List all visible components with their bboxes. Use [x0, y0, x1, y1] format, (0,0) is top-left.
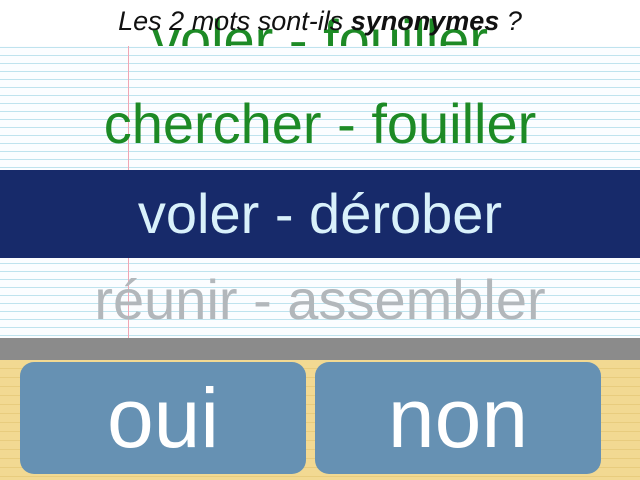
oui-button[interactable]: oui	[20, 362, 306, 474]
word-pair-answered: chercher - fouiller	[103, 92, 537, 155]
word-pair-upcoming: réunir - assembler	[94, 268, 546, 331]
question-header: voler - fouiller Les 2 mots sont-ils syn…	[0, 0, 640, 46]
word-pair-current: voler - dérober	[137, 182, 503, 245]
non-button[interactable]: non	[315, 362, 601, 474]
separator-bar	[0, 338, 640, 360]
question-emphasis: synonymes	[350, 6, 500, 36]
question-text: Les 2 mots sont-ils synonymes ?	[0, 6, 640, 37]
question-prefix: Les 2 mots sont-ils	[118, 6, 351, 36]
notebook-paper: chercher - fouiller voler - dérober réun…	[0, 0, 640, 340]
question-suffix: ?	[499, 6, 522, 36]
